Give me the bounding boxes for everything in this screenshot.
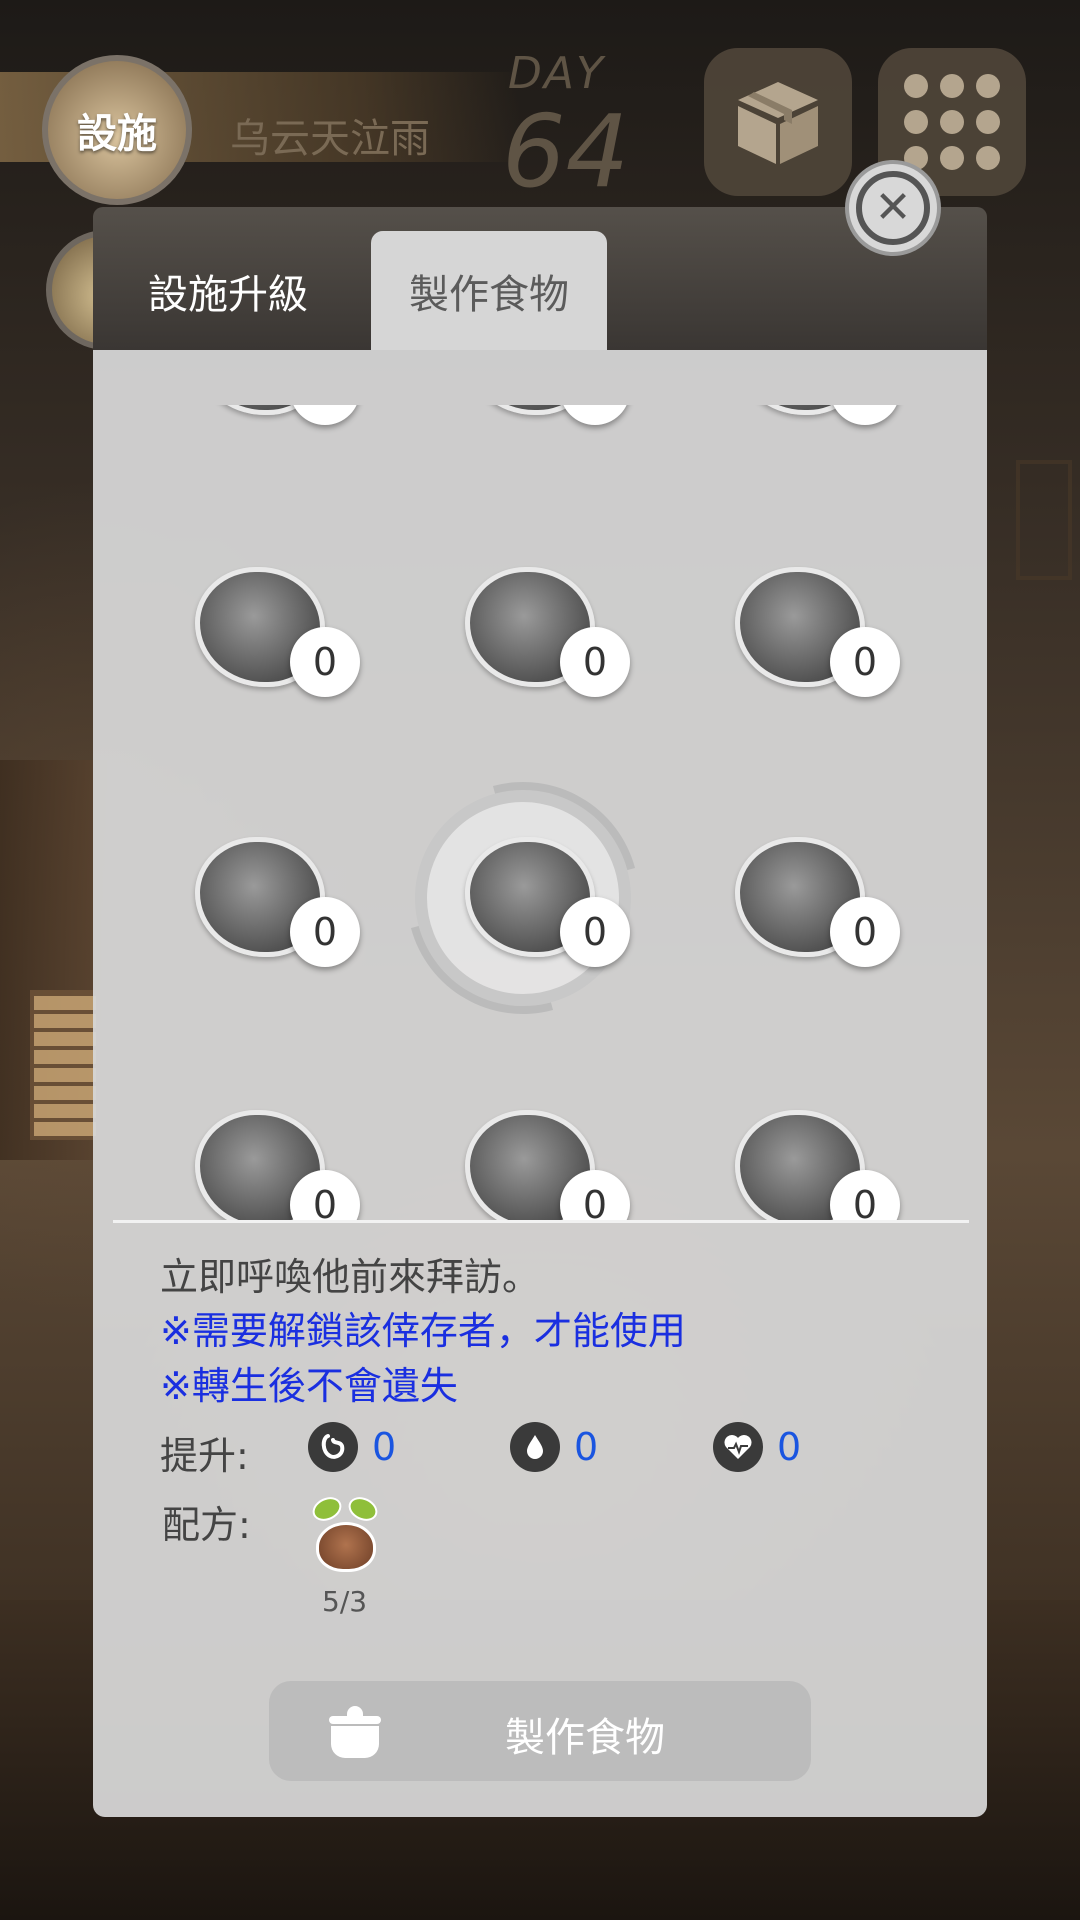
item-count-badge: 0 [560,627,630,697]
food-item[interactable]: 0 [195,405,365,465]
tab-facility-upgrade[interactable]: 設施升級 [113,231,343,350]
heart-pulse-icon [713,1422,763,1472]
section-divider [113,1220,969,1223]
boost-thirst-value: 0 [574,1425,599,1469]
food-item[interactable]: 0 [195,837,365,1007]
food-item[interactable]: 0 [195,1110,365,1222]
day-number: 64 [502,93,630,210]
boost-health: 0 [713,1422,801,1472]
recipe-ingredient-count: 5/3 [322,1585,368,1618]
boost-hunger-value: 0 [372,1425,397,1469]
item-count-badge: 0 [830,405,900,425]
food-item[interactable]: 0 [735,567,905,737]
close-button[interactable]: ✕ [845,160,941,256]
item-count-badge: 0 [830,897,900,967]
food-item[interactable]: 0 [465,1110,635,1222]
item-count-badge: 0 [830,627,900,697]
food-item[interactable]: 0 [735,837,905,1007]
water-drop-icon [510,1422,560,1472]
weather-text: 乌云天泣雨 [230,116,430,162]
recipe-label: 配方: [162,1503,251,1547]
item-count-badge: 0 [290,897,360,967]
item-count-badge: 0 [560,897,630,967]
cooking-pot-icon [327,1706,383,1758]
persist-note: ※轉生後不會遺失 [160,1364,458,1408]
food-item[interactable]: 0 [465,567,635,737]
boost-hunger: 0 [308,1422,396,1472]
box-icon [738,82,818,164]
item-count-badge: 0 [560,405,630,425]
food-item[interactable]: 0 [735,405,905,465]
food-item-grid[interactable]: 0 0 0 0 0 0 0 0 0 [0,405,1080,1222]
facility-label: 設施 [77,111,157,157]
boost-health-value: 0 [777,1425,802,1469]
item-count-badge: 0 [290,405,360,425]
facility-avatar-button[interactable]: 設施 [42,55,192,205]
boost-thirst: 0 [510,1422,598,1472]
tab-make-food[interactable]: 製作食物 [371,231,607,350]
food-item[interactable]: 0 [465,405,635,465]
grid-menu-icon [904,74,1000,170]
food-item[interactable]: 0 [195,567,365,737]
day-label: DAY [508,48,605,99]
item-count-badge: 0 [290,627,360,697]
food-item-selected[interactable]: 0 [465,837,635,1007]
inventory-box-button[interactable] [704,48,852,196]
boost-label: 提升: [160,1434,249,1478]
make-food-button-label: 製作食物 [505,1715,665,1761]
make-food-button[interactable]: 製作食物 [269,1681,811,1781]
close-icon: ✕ [856,171,930,245]
unlock-requirement-note: ※需要解鎖該倖存者，才能使用 [160,1309,686,1353]
food-item[interactable]: 0 [735,1110,905,1222]
stomach-icon [308,1422,358,1472]
item-description: 立即呼喚他前來拜訪。 [160,1255,541,1299]
sprout-seed-icon [308,1492,382,1574]
